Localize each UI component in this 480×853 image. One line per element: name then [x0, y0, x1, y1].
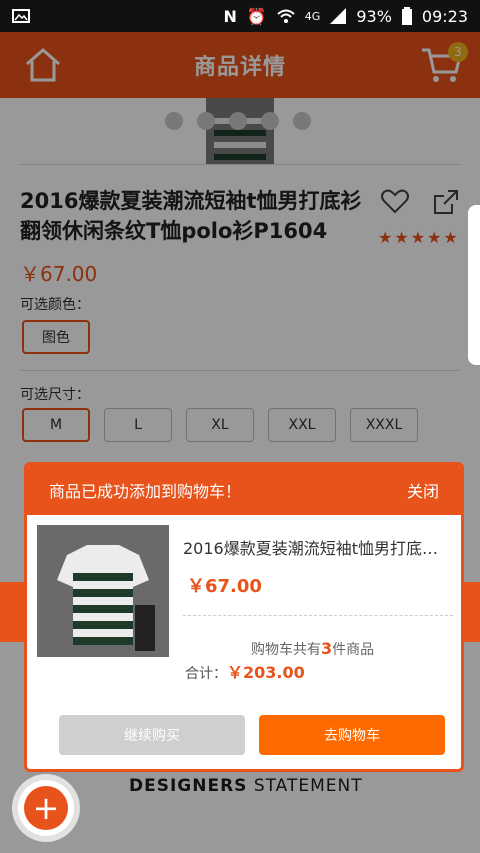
shirt-image-icon [37, 525, 169, 657]
total-label: 合计： [185, 666, 227, 682]
status-right: N ⏰ 4G 93% 09:23 [223, 7, 468, 26]
dialog-title: 商品已成功添加到购物车！ [49, 482, 242, 501]
nfc-icon: N [223, 6, 237, 26]
cart-summary: 购物车共有3件商品 [251, 639, 374, 659]
item-name: 2016爆款夏装潮流短袖t恤男打底衫翻领休闲条纹T恤polo衫P1604 [183, 539, 453, 558]
floating-action-button[interactable]: + [18, 780, 74, 836]
clock: 09:23 [421, 6, 468, 26]
cart-count-suffix: 件商品 [332, 642, 375, 658]
signal-icon [330, 8, 347, 24]
battery-level: 93% [356, 6, 392, 26]
continue-shopping-button[interactable]: 继续购买 [59, 715, 245, 755]
left-edge-tab [0, 582, 26, 642]
banner-brand: DESIGNERS [129, 776, 248, 796]
cart-count-number: 3 [321, 639, 333, 658]
cart-total: 合计：￥203.00 [185, 659, 305, 683]
go-to-cart-button[interactable]: 去购物车 [259, 715, 445, 755]
added-to-cart-dialog: 商品已成功添加到购物车！ 关闭 2016爆款夏装潮流短袖t恤男打底衫翻领休闲条纹… [24, 462, 464, 772]
edge-panel-handle[interactable] [468, 205, 480, 365]
network-type: 4G [304, 9, 321, 23]
status-bar: N ⏰ 4G 93% 09:23 [0, 0, 480, 32]
total-amount: ￥203.00 [227, 663, 305, 682]
item-price: ￥67.00 [187, 576, 262, 597]
designers-banner: DESIGNERS STATEMENT [129, 776, 363, 796]
plus-icon: + [24, 786, 68, 830]
battery-icon [401, 7, 412, 25]
alarm-icon: ⏰ [246, 6, 267, 26]
cart-count-prefix: 购物车共有 [251, 642, 321, 658]
image-notification-icon [12, 9, 30, 23]
dashed-divider [183, 615, 453, 616]
product-image [37, 525, 169, 657]
wifi-icon [277, 9, 295, 23]
dialog-header: 商品已成功添加到购物车！ 关闭 [27, 465, 461, 515]
close-button[interactable]: 关闭 [407, 478, 439, 502]
status-left [12, 8, 30, 24]
banner-sub: STATEMENT [247, 776, 363, 796]
